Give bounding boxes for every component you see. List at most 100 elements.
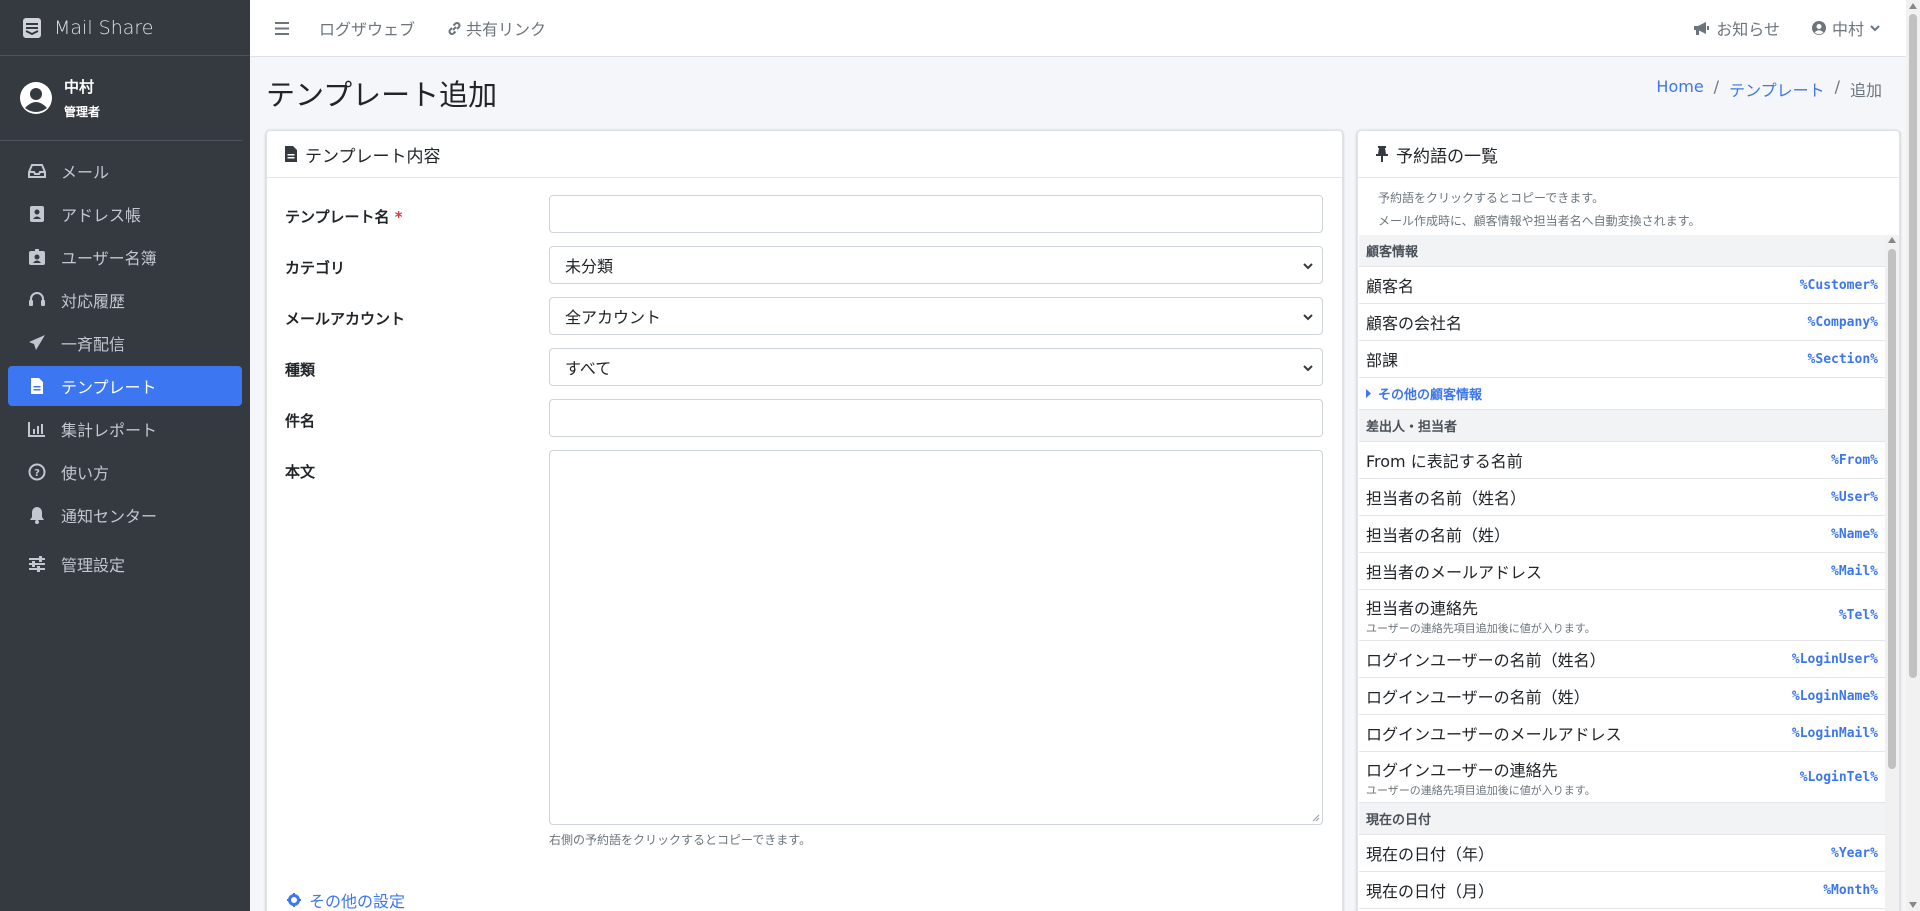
reserved-item[interactable]: ログインユーザーの連絡先 ユーザーの連絡先項目追加後に値が入ります。 %LoginT… [1359,752,1885,803]
gear-icon [287,893,301,907]
mail-bulk-icon [22,17,42,39]
template-name-label: テンプレート名 * [285,206,403,227]
reserved-item[interactable]: ログインユーザーのメールアドレス %LoginMail% [1359,715,1885,752]
breadcrumb-home[interactable]: Home [1656,77,1703,101]
breadcrumb-current: 追加 [1849,81,1882,100]
reserved-item-label: 担当者の名前（姓名） [1366,489,1527,508]
resize-handle-icon[interactable] [1311,813,1320,822]
reserved-item[interactable]: ログインユーザーの名前（姓） %LoginName% [1359,678,1885,715]
reserved-item[interactable]: 担当者の連絡先 ユーザーの連絡先項目追加後に値が入ります。 %Tel% [1359,590,1885,641]
category-label: カテゴリ [285,259,346,277]
svg-text:?: ? [34,468,40,479]
sidebar-item-label: アドレス帳 [61,206,142,225]
reserved-item-key: %LoginTel% [1799,769,1878,785]
reserved-item[interactable]: 現在の日付（年） %Year% [1359,835,1885,872]
scroll-down-arrow-icon[interactable] [1909,902,1917,908]
id-badge-icon [27,247,47,267]
reserved-card-header: 予約語の一覧 [1358,131,1899,178]
reserved-desc-line: 予約語をクリックするとコピーできます。 [1378,191,1605,205]
reserved-list-scroll-thumb[interactable] [1888,249,1896,769]
chevron-down-icon [1870,24,1880,32]
template-name-label-text: テンプレート名 [285,208,390,226]
bars-icon[interactable] [275,21,289,35]
page-scrollbar[interactable] [1906,0,1920,911]
reserved-item[interactable]: 現在の日付（月） %Month% [1359,872,1885,909]
paper-plane-icon [27,333,47,353]
reserved-item-label: ログインユーザーの名前（姓名） [1366,651,1606,670]
reserved-item[interactable]: 担当者の名前（姓） %Name% [1359,516,1885,553]
sidebar-item-label: 通知センター [61,507,158,526]
reserved-item-label: 部課 [1366,351,1399,370]
sidebar-item-address-book[interactable]: アドレス帳 [8,194,242,234]
sidebar-item-mail[interactable]: メール [8,151,242,191]
sliders-icon [27,554,47,574]
mail-account-label: メールアカウント [285,310,406,328]
logzaweb-link[interactable]: ログザウェブ [319,16,415,40]
file-icon [285,146,297,162]
form-card-title: テンプレート内容 [305,146,441,167]
form-card-header: テンプレート内容 [267,131,1342,178]
reserved-item[interactable]: 顧客の会社名 %Company% [1359,304,1885,341]
reserved-item-key: %LoginUser% [1791,651,1878,667]
sidebar-item-template[interactable]: テンプレート [8,366,242,406]
user-menu[interactable]: 中村 [1811,16,1880,40]
user-panel[interactable]: 中村 管理者 [0,56,242,141]
breadcrumb-template[interactable]: テンプレート [1729,77,1825,101]
reserved-item[interactable]: ログインユーザーの名前（姓名） %LoginUser% [1359,641,1885,678]
category-select[interactable]: 未分類 [549,246,1323,284]
page-scroll-thumb[interactable] [1909,14,1917,678]
notice-label: お知らせ [1716,20,1780,39]
brand[interactable]: Mail Share [0,0,250,56]
sidebar-item-user-list[interactable]: ユーザー名簿 [8,237,242,277]
reserved-item-label: 現在の日付（月） [1366,882,1495,901]
reserved-item-key: %User% [1831,489,1878,505]
notice-link[interactable]: お知らせ [1693,16,1780,40]
more-customer-toggle[interactable]: その他の顧客情報 [1359,378,1885,410]
mail-account-select-value: 全アカウント [565,308,662,327]
share-link[interactable]: 共有リンク [447,16,546,40]
sidebar-item-notification-center[interactable]: 通知センター [8,495,242,535]
subject-input[interactable] [549,399,1323,437]
scroll-up-arrow-icon[interactable] [1909,3,1917,9]
bullhorn-icon [1693,21,1710,36]
reserved-item[interactable]: 顧客名 %Customer% [1359,267,1885,304]
reserved-item-label: From に表記する名前 [1366,452,1523,471]
caret-right-icon [1366,389,1371,398]
body-textarea[interactable] [549,450,1323,825]
page-title: テンプレート追加 [266,78,498,112]
file-icon [27,376,47,396]
reserved-item-note: ユーザーの連絡先項目追加後に値が入ります。 [1366,783,1596,797]
thumbtack-icon [1376,146,1388,162]
sidebar-item-history[interactable]: 対応履歴 [8,280,242,320]
template-name-input[interactable] [549,195,1323,233]
group-header-sender: 差出人・担当者 [1359,410,1885,442]
reserved-item-key: %Year% [1831,845,1878,861]
reserved-item[interactable]: 担当者の名前（姓名） %User% [1359,479,1885,516]
other-settings-link[interactable]: その他の設定 [287,888,405,911]
reserved-item-note: ユーザーの連絡先項目追加後に値が入ります。 [1366,621,1596,635]
reserved-desc-line: メール作成時に、顧客情報や担当者名へ自動変換されます。 [1378,214,1701,228]
reserved-item[interactable]: 担当者のメールアドレス %Mail% [1359,553,1885,590]
sidebar-item-howto[interactable]: ? 使い方 [8,452,242,492]
headset-icon [27,290,47,310]
reserved-item-label: ログインユーザーの名前（姓） [1366,688,1590,707]
sidebar-item-report[interactable]: 集計レポート [8,409,242,449]
sidebar-item-label: ユーザー名簿 [61,249,157,268]
reserved-list: 顧客情報 顧客名 %Customer% 顧客の会社名 %Company% 部課 %Se… [1359,235,1885,911]
sidebar-item-broadcast[interactable]: 一斉配信 [8,323,242,363]
chevron-down-icon [1302,309,1314,328]
reserved-item[interactable]: From に表記する名前 %From% [1359,442,1885,479]
sidebar-item-admin-settings[interactable]: 管理設定 [8,544,242,584]
type-select[interactable]: すべて [549,348,1323,386]
reserved-item[interactable]: 部課 %Section% [1359,341,1885,378]
reserved-item-key: %Customer% [1799,277,1878,293]
reserved-item-key: %LoginName% [1791,688,1878,704]
body-hint: 右側の予約語をクリックするとコピーできます。 [549,833,812,847]
reserved-list-scrollbar[interactable] [1885,235,1899,911]
top-navbar: ログザウェブ 共有リンク お知らせ 中村 [250,0,1906,57]
mail-account-select[interactable]: 全アカウント [549,297,1323,335]
group-header-date: 現在の日付 [1359,803,1885,835]
breadcrumb: Home / テンプレート / 追加 [1656,77,1882,101]
sidebar-item-label: 一斉配信 [61,335,126,354]
scroll-up-arrow-icon[interactable] [1888,237,1896,243]
